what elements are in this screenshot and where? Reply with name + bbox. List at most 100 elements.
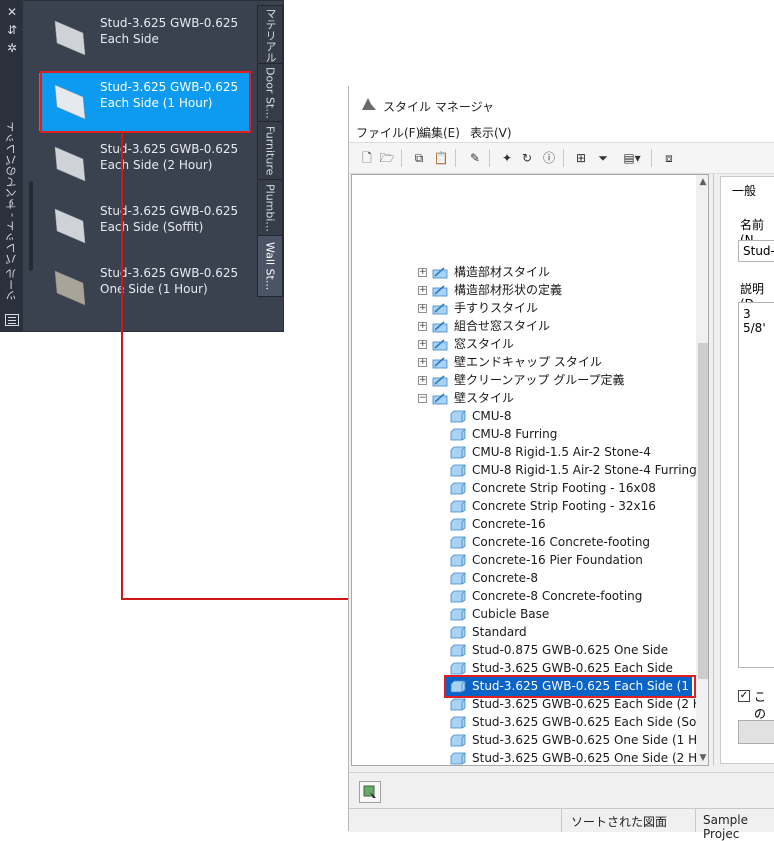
palette-title-bar[interactable]: ✕ ⇵ ✲ ツール パレット - すべてのパレット — [1, 1, 23, 331]
tree-item[interactable]: Stud-3.625 GWB-0.625 One Side (2 Hour) — [352, 749, 708, 765]
tree-highlight-frame — [444, 675, 696, 698]
tree-item[interactable]: CMU-8 Rigid-1.5 Air-2 Stone-4 — [352, 443, 692, 461]
scroll-up-icon[interactable]: ▲ — [696, 175, 708, 189]
panel-button[interactable] — [738, 720, 774, 744]
expand-icon[interactable]: + — [418, 376, 427, 385]
view-list-dropdown-icon[interactable]: ▤▾ — [619, 150, 645, 166]
style-category-icon — [432, 303, 448, 315]
properties-icon[interactable]: ✲ — [4, 41, 20, 55]
tree-item[interactable]: Concrete-16 Concrete-footing — [352, 533, 692, 551]
window-title: スタイル マネージャ — [383, 100, 494, 114]
tree-item-label: 構造部材形状の定義 — [454, 283, 563, 297]
purge-icon[interactable]: ↻ — [519, 150, 535, 166]
toggle-view-button[interactable] — [359, 781, 381, 803]
tree-item[interactable]: + 壁エンドキャップ スタイル — [352, 353, 692, 371]
tab-wall-styles[interactable]: Wall St... — [257, 235, 283, 297]
filter-icon[interactable]: ⏷ — [595, 150, 611, 166]
tab-materials[interactable]: マテリアル — [257, 5, 283, 65]
collapse-icon[interactable]: − — [418, 394, 427, 403]
tab-plumbing[interactable]: Plumbi... — [257, 179, 283, 237]
scroll-down-icon[interactable]: ▼ — [696, 751, 708, 765]
edit-style-icon[interactable]: ✎ — [467, 150, 483, 166]
tree-item[interactable]: CMU-8 — [352, 407, 692, 425]
wall-style-icon — [450, 716, 466, 729]
tree-item[interactable]: Stud-0.875 GWB-0.625 One Side — [352, 641, 692, 659]
auto-hide-icon[interactable]: ⇵ — [4, 23, 20, 37]
tree-item[interactable]: Concrete Strip Footing - 16x08 — [352, 479, 692, 497]
description-field[interactable]: 3 5/8' — [738, 302, 774, 668]
palette-list-icon[interactable] — [5, 314, 19, 326]
palette-scrollbar[interactable] — [29, 181, 33, 271]
status-sorted-drawings: ソートされた図面 — [571, 815, 668, 829]
palette-tool-item[interactable]: Stud-3.625 GWB-0.625 Each Side (2 Hour) — [39, 135, 251, 193]
info-icon[interactable]: ⓘ — [541, 150, 557, 166]
menu-edit[interactable]: 編集(E) — [419, 124, 460, 141]
tree-item-label: 構造部材スタイル — [454, 265, 551, 279]
expand-icon[interactable]: + — [418, 340, 427, 349]
tool-palette: ✕ ⇵ ✲ ツール パレット - すべてのパレット Stud-3.625 GWB… — [0, 0, 284, 332]
tree-item[interactable]: + 窓スタイル — [352, 335, 692, 353]
palette-tool-item[interactable]: Stud-3.625 GWB-0.625 Each Side — [39, 9, 251, 67]
expand-icon[interactable]: + — [418, 286, 427, 295]
wall-style-icon — [450, 464, 466, 477]
tree-item[interactable]: Concrete-8 — [352, 569, 692, 587]
tab-general[interactable]: 一般 — [732, 182, 756, 199]
tree-item[interactable]: + 壁クリーンアップ グループ定義 — [352, 371, 692, 389]
checkbox[interactable]: ✓ — [738, 690, 750, 702]
tree-vertical-scrollbar[interactable]: ▲ ▼ — [696, 175, 708, 765]
expand-icon[interactable]: + — [418, 322, 427, 331]
expand-icon[interactable]: + — [418, 268, 427, 277]
new-drawing-icon[interactable]: 🗋 — [359, 150, 375, 166]
tree-item[interactable]: Cubicle Base — [352, 605, 692, 623]
title-bar[interactable]: スタイル マネージャ — [349, 86, 774, 120]
paste-icon[interactable]: 📋 — [433, 150, 449, 166]
palette-tool-item[interactable]: Stud-3.625 GWB-0.625 One Side (1 Hour) — [39, 259, 251, 317]
wall-style-icon — [450, 410, 466, 423]
tree-item[interactable]: + 構造部材形状の定義 — [352, 281, 692, 299]
style-category-icon — [432, 267, 448, 279]
tree-item[interactable]: Standard — [352, 623, 692, 641]
close-icon[interactable]: ✕ — [4, 5, 20, 19]
tool-label-line2: Each Side — [100, 32, 159, 46]
tree-item[interactable]: Stud-3.625 GWB-0.625 Each Side (Soffit) — [352, 713, 708, 731]
tree-item-label: CMU-8 Furring — [472, 427, 558, 441]
menu-file[interactable]: ファイル(F) — [356, 124, 420, 141]
tree-item-label: Concrete-16 — [472, 517, 546, 531]
new-style-icon[interactable]: ✦ — [499, 150, 515, 166]
wall-style-icon — [450, 644, 466, 657]
menu-view[interactable]: 表示(V) — [470, 124, 512, 141]
wall-style-icon — [450, 698, 466, 711]
callout-line-vertical — [121, 132, 123, 600]
tree-item[interactable]: Concrete Strip Footing - 32x16 — [352, 497, 692, 515]
tree-item[interactable]: + 手すりスタイル — [352, 299, 692, 317]
tree-item[interactable]: Concrete-16 Pier Foundation — [352, 551, 692, 569]
tree-item[interactable]: Stud-3.625 GWB-0.625 One Side (1 Hour) — [352, 731, 708, 749]
tree-item-label: Concrete-16 Pier Foundation — [472, 553, 643, 567]
tree-item[interactable]: + 組合せ窓スタイル — [352, 317, 692, 335]
style-category-icon — [432, 375, 448, 387]
palette-tool-item[interactable]: Stud-3.625 GWB-0.625 Each Side (Soffit) — [39, 197, 251, 255]
manage-icon[interactable]: ⧈ — [661, 150, 677, 166]
scrollbar-thumb[interactable] — [698, 343, 708, 679]
wall-style-icon — [450, 482, 466, 495]
tab-furniture[interactable]: Furniture — [257, 121, 283, 181]
expand-icon[interactable]: + — [418, 304, 427, 313]
tab-door-styles[interactable]: Door St... — [257, 63, 283, 123]
tree-item-label: 壁エンドキャップ スタイル — [454, 355, 602, 369]
expand-icon[interactable]: + — [418, 358, 427, 367]
copy-icon[interactable]: ⧉ — [411, 150, 427, 166]
name-field[interactable]: Stud- — [738, 240, 774, 262]
style-category-icon — [432, 321, 448, 333]
open-drawing-icon[interactable]: 🗁 — [379, 150, 395, 166]
tree-item-label: Stud-3.625 GWB-0.625 One Side (1 Hour) — [472, 733, 709, 747]
wall-style-icon — [450, 662, 466, 675]
tree-item[interactable]: − 壁スタイル — [352, 389, 692, 407]
tree-item[interactable]: CMU-8 Furring — [352, 425, 692, 443]
tree-item-label: Concrete-8 Concrete-footing — [472, 589, 643, 603]
wall-style-icon — [450, 626, 466, 639]
tree-item[interactable]: Concrete-8 Concrete-footing — [352, 587, 692, 605]
tree-item[interactable]: CMU-8 Rigid-1.5 Air-2 Stone-4 Furring — [352, 461, 697, 479]
toggle-view-icon[interactable]: ⊞ — [573, 150, 589, 166]
tree-item[interactable]: + 構造部材スタイル — [352, 263, 692, 281]
tree-item[interactable]: Concrete-16 — [352, 515, 692, 533]
